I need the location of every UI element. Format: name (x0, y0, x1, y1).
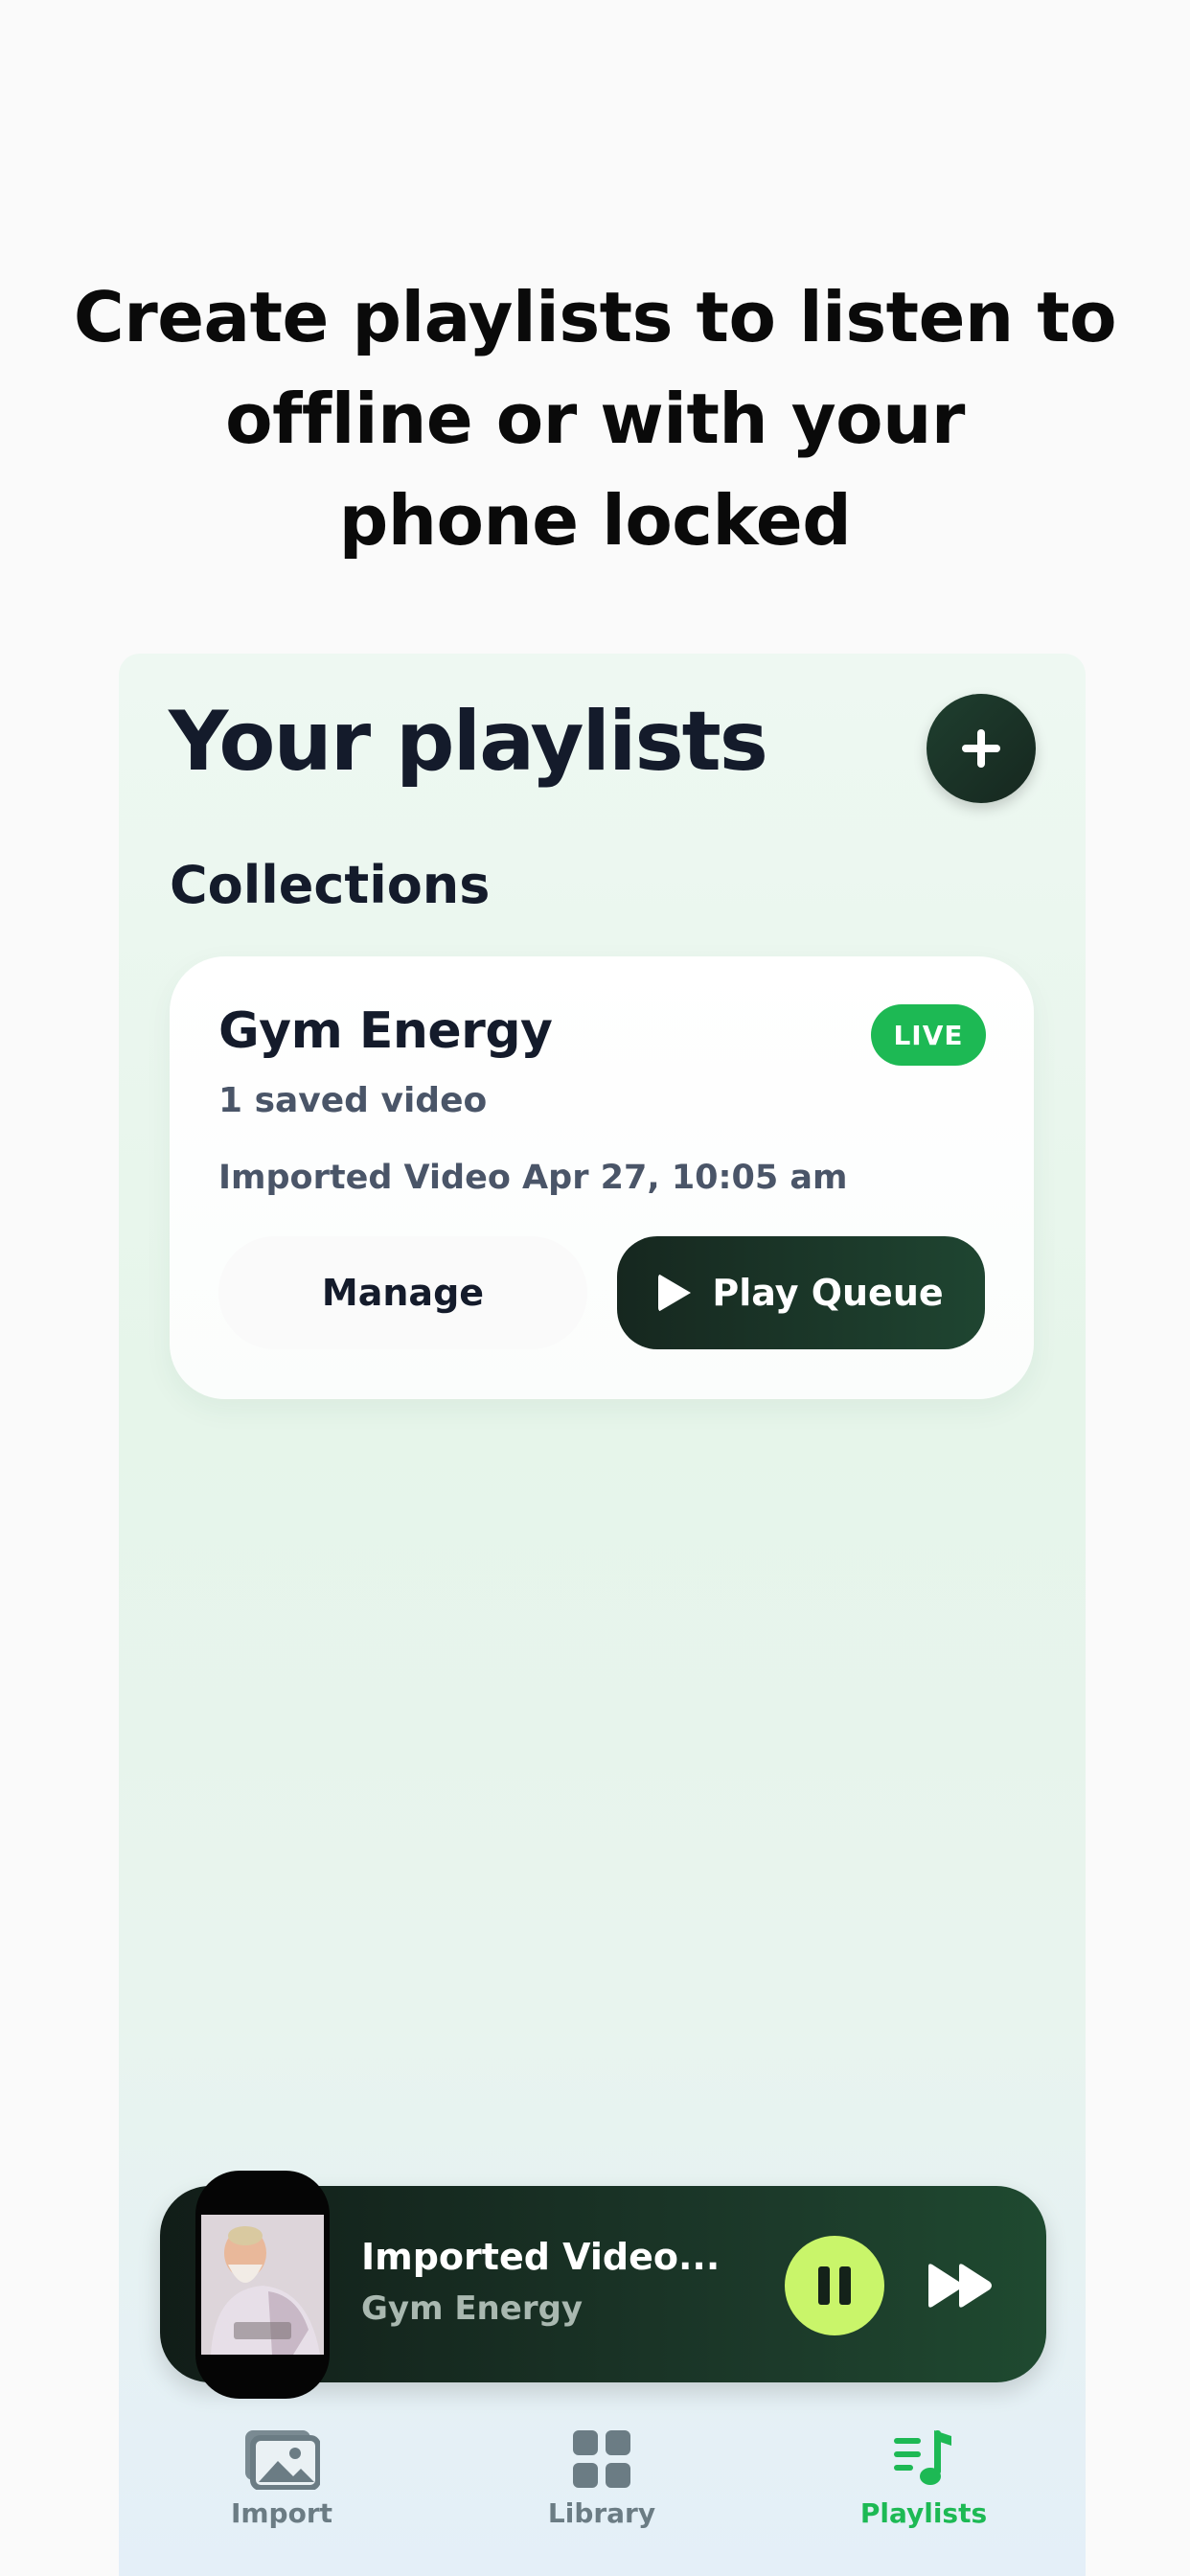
pause-button[interactable] (785, 2236, 884, 2335)
tab-library[interactable]: Library (506, 2428, 698, 2529)
tab-bar: Import Library Playlists (119, 2428, 1086, 2576)
play-queue-button[interactable]: Play Queue (617, 1236, 985, 1349)
live-badge: LIVE (871, 1004, 986, 1066)
playlist-card[interactable]: Gym Energy LIVE 1 saved video Imported V… (170, 956, 1034, 1399)
now-playing-subtitle: Gym Energy (361, 2289, 584, 2328)
headline-line-3: phone locked (338, 480, 852, 561)
now-playing-artwork (195, 2171, 330, 2399)
add-playlist-button[interactable] (927, 694, 1036, 803)
play-queue-label: Play Queue (712, 1272, 944, 1314)
page: Create playlists to listen to offline or… (0, 0, 1190, 2576)
tab-playlists[interactable]: Playlists (828, 2428, 1019, 2529)
tab-label-playlists: Playlists (859, 2497, 988, 2529)
headline-line-2: offline or with your (225, 379, 965, 459)
headline-line-1: Create playlists to listen to (73, 277, 1117, 357)
tab-import[interactable]: Import (186, 2428, 378, 2529)
mini-player[interactable]: Imported Video... Gym Energy (160, 2171, 1046, 2399)
now-playing-title: Imported Video... (361, 2236, 721, 2278)
fast-forward-icon[interactable] (927, 2263, 995, 2309)
photo-import-icon (245, 2430, 320, 2490)
section-title-collections: Collections (170, 855, 491, 915)
grid-icon (573, 2430, 630, 2488)
video-thumbnail (201, 2215, 324, 2355)
playlist-date: Imported Video Apr 27, 10:05 am (218, 1159, 848, 1197)
playlist-count: 1 saved video (218, 1081, 488, 1120)
play-icon (658, 1274, 692, 1312)
tab-label-import: Import (230, 2497, 333, 2529)
tab-label-library: Library (547, 2497, 656, 2529)
headline: Create playlists to listen to offline or… (57, 266, 1133, 571)
app-screen: Your playlists Collections Gym Energy LI… (119, 654, 1086, 2576)
plus-icon (962, 729, 1000, 768)
playlist-title: Gym Energy (218, 1002, 553, 1060)
pause-icon (818, 2266, 830, 2305)
thumbnail-illustration (201, 2215, 324, 2355)
music-list-icon (894, 2430, 951, 2485)
page-title: Your playlists (169, 694, 768, 790)
manage-button[interactable]: Manage (218, 1236, 587, 1349)
